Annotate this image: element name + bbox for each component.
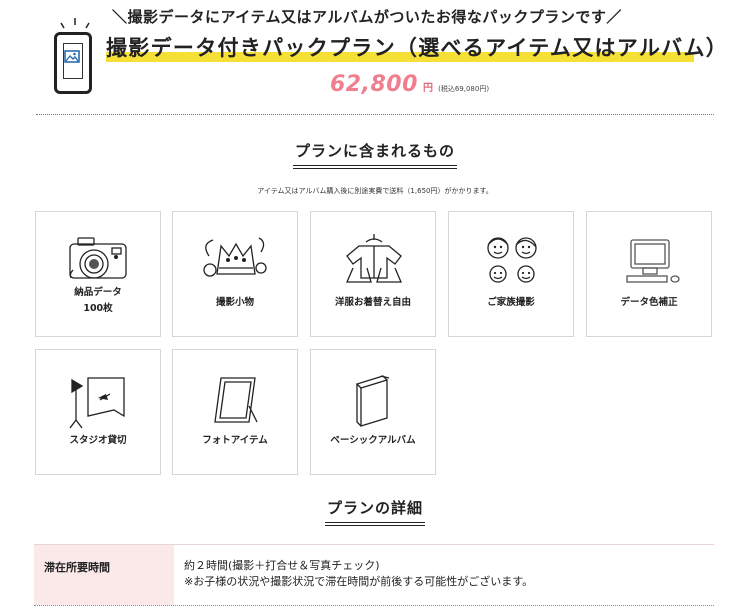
album-icon bbox=[355, 375, 390, 427]
included-item-label: ご家族撮影 bbox=[487, 297, 535, 308]
price-amount: 62,800 bbox=[330, 72, 418, 97]
small-props-icon bbox=[203, 237, 267, 277]
section-heading-details: プランの詳細 bbox=[0, 497, 750, 526]
included-item-label: データ色補正 bbox=[620, 297, 678, 308]
sparkle-icon bbox=[60, 18, 90, 29]
shipping-note: アイテム又はアルバム購入後に別途実費で送料（1,650円）がかかります。 bbox=[257, 187, 493, 195]
price-unit: 円 bbox=[423, 83, 433, 94]
section-heading-text: プランに含まれるもの bbox=[294, 142, 455, 160]
included-item-card: フォトアイテム bbox=[172, 349, 298, 475]
detail-key-cell: 滞在所要時間 bbox=[34, 545, 174, 605]
included-item-sublabel: 100枚 bbox=[83, 303, 113, 314]
detail-key-label: 滞在所要時間 bbox=[44, 561, 110, 574]
included-item-card: 撮影小物 bbox=[172, 211, 298, 337]
smartphone-icon bbox=[54, 32, 92, 94]
included-item-label: 納品データ bbox=[74, 287, 122, 298]
plan-title-block: 撮影データ付きパックプラン（選べるアイテム又はアルバム） bbox=[106, 33, 728, 63]
included-item-card: ご家族撮影 bbox=[448, 211, 574, 337]
plan-title: 撮影データ付きパックプラン（選べるアイテム又はアルバム） bbox=[106, 36, 729, 60]
camera-icon bbox=[69, 237, 127, 279]
included-item-card: ベーシックアルバム bbox=[310, 349, 436, 475]
clothes-icon bbox=[346, 234, 402, 283]
detail-row: 滞在所要時間 約２時間(撮影＋打合せ＆写真チェック) ※お子様の状況や撮影状況で… bbox=[34, 544, 714, 606]
computer-icon bbox=[626, 239, 680, 283]
included-item-label: 撮影小物 bbox=[215, 297, 254, 308]
included-item-card: データ色補正 bbox=[586, 211, 712, 337]
price-tax-included: (税込69,080円) bbox=[438, 85, 490, 93]
included-item-card: 洋服お着替え自由 bbox=[310, 211, 436, 337]
plan-price: 62,800 円 (税込69,080円) bbox=[330, 72, 489, 97]
detail-value-line: 約２時間(撮影＋打合せ＆写真チェック) bbox=[184, 559, 380, 572]
section-heading-text: プランの詳細 bbox=[326, 499, 423, 517]
included-item-label: スタジオ貸切 bbox=[69, 435, 127, 446]
section-heading-included: プランに含まれるもの bbox=[0, 140, 750, 169]
image-icon bbox=[64, 50, 80, 63]
family-icon bbox=[487, 237, 537, 283]
included-item-card: スタジオ貸切 bbox=[35, 349, 161, 475]
divider bbox=[36, 114, 714, 115]
detail-value-cell: 約２時間(撮影＋打合せ＆写真チェック) ※お子様の状況や撮影状況で滞在時間が前後… bbox=[184, 558, 533, 590]
plan-tagline: ＼撮影データにアイテム又はアルバムがついたお得なパックプランです／ bbox=[112, 8, 622, 26]
included-item-card: 納品データ 100枚 bbox=[35, 211, 161, 337]
photo-frame-icon bbox=[214, 377, 258, 423]
included-item-label: ベーシックアルバム bbox=[330, 435, 416, 446]
included-item-label: フォトアイテム bbox=[202, 435, 268, 446]
studio-lighting-icon bbox=[69, 377, 125, 429]
detail-value-note: ※お子様の状況や撮影状況で滞在時間が前後する可能性がございます。 bbox=[184, 575, 534, 588]
included-item-label: 洋服お着替え自由 bbox=[334, 297, 411, 308]
